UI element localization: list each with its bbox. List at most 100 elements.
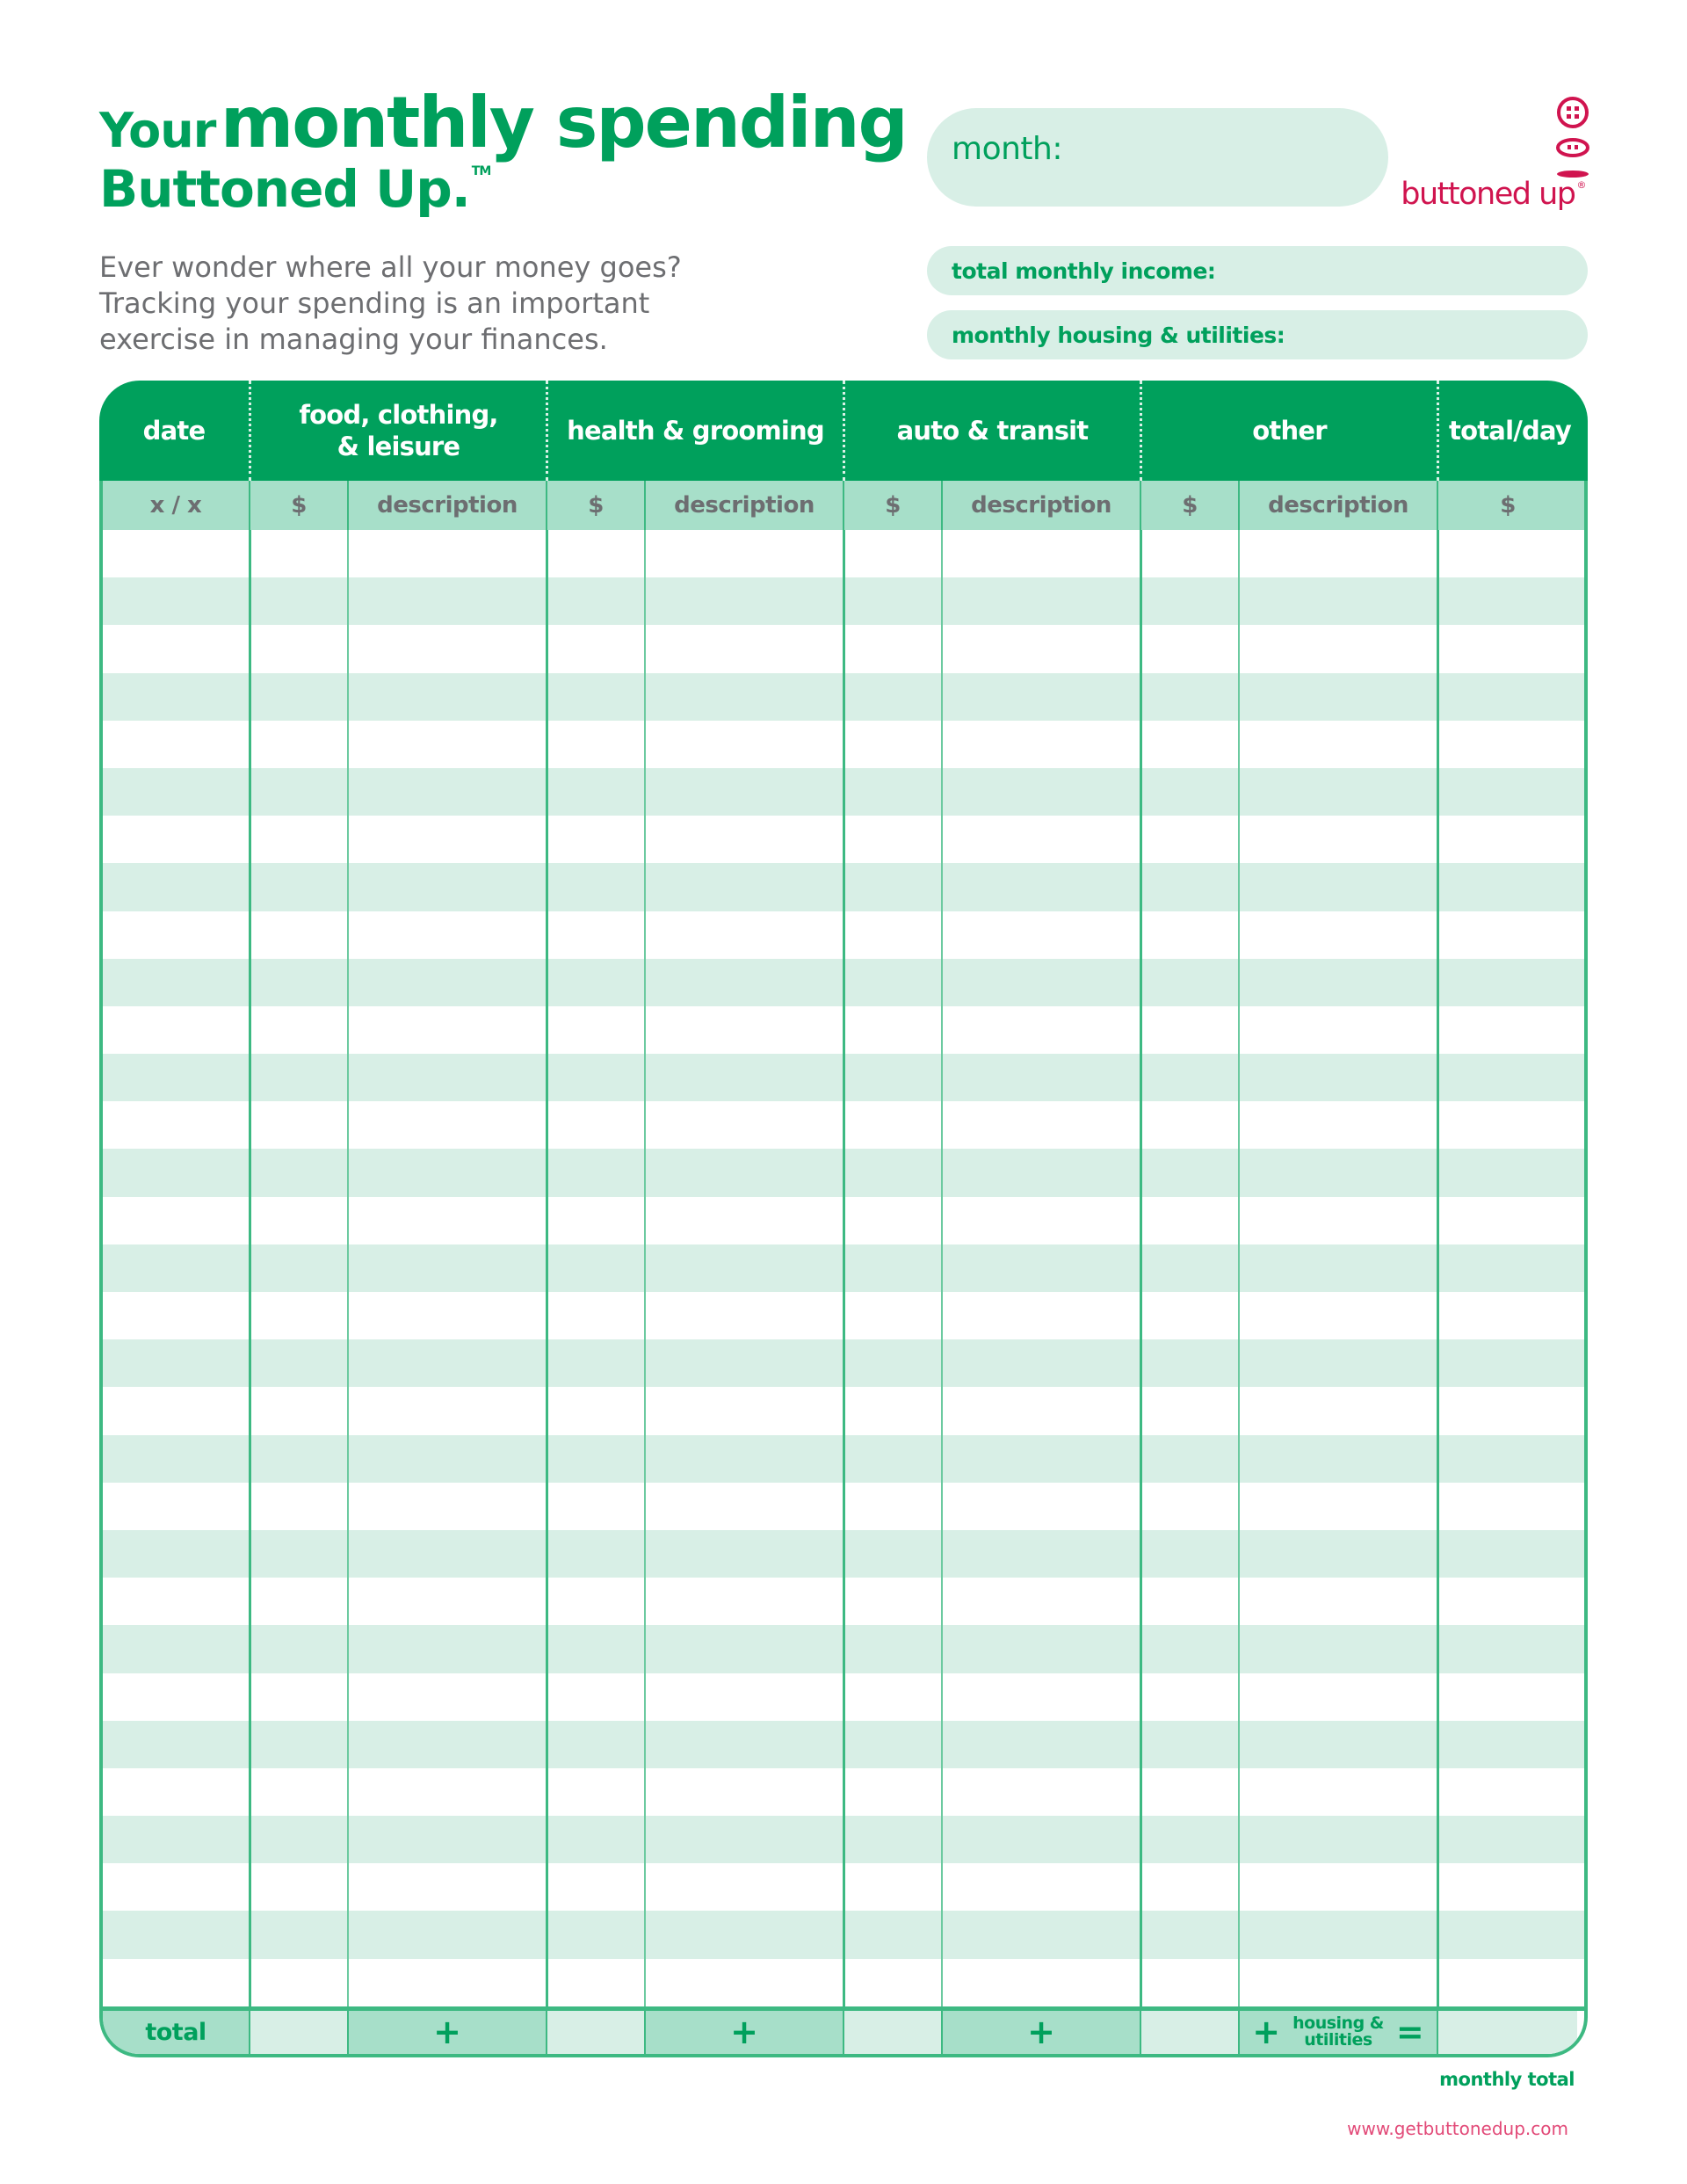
cell-amount[interactable] xyxy=(249,1387,347,1435)
cell-description[interactable] xyxy=(1238,863,1437,911)
cell-description[interactable] xyxy=(347,1054,546,1102)
cell-description[interactable] xyxy=(644,1054,843,1102)
cell-date[interactable] xyxy=(103,1673,249,1721)
cell-date[interactable] xyxy=(103,1721,249,1768)
cell-description[interactable] xyxy=(644,1911,843,1959)
cell-description[interactable] xyxy=(644,1292,843,1340)
cell-amount[interactable] xyxy=(843,1529,941,1578)
cell-description[interactable] xyxy=(644,1339,843,1388)
cell-description[interactable] xyxy=(941,816,1140,864)
cell-description[interactable] xyxy=(941,625,1140,673)
cell-description[interactable] xyxy=(941,1005,1140,1055)
cell-day-total[interactable] xyxy=(1437,816,1577,864)
cell-description[interactable] xyxy=(347,863,546,911)
cell-amount[interactable] xyxy=(843,1339,941,1388)
cell-amount[interactable] xyxy=(843,1578,941,1626)
cell-amount[interactable] xyxy=(1140,1101,1238,1150)
cell-description[interactable] xyxy=(644,1196,843,1244)
cell-date[interactable] xyxy=(103,1101,249,1149)
cell-description[interactable] xyxy=(941,767,1140,816)
cell-amount[interactable] xyxy=(843,1767,941,1817)
cell-amount[interactable] xyxy=(546,720,644,768)
cell-amount[interactable] xyxy=(1140,1005,1238,1055)
cell-amount[interactable] xyxy=(843,720,941,768)
cell-day-total[interactable] xyxy=(1437,577,1577,626)
cell-amount[interactable] xyxy=(1140,1578,1238,1626)
cell-amount[interactable] xyxy=(546,1529,644,1578)
cell-amount[interactable] xyxy=(843,1244,941,1292)
cell-amount[interactable] xyxy=(843,767,941,816)
cell-amount[interactable] xyxy=(546,863,644,911)
cell-amount[interactable] xyxy=(843,625,941,673)
cell-description[interactable] xyxy=(1238,958,1437,1006)
cell-amount[interactable] xyxy=(546,1339,644,1388)
cell-amount[interactable] xyxy=(249,530,347,578)
cell-description[interactable] xyxy=(644,1482,843,1530)
cell-description[interactable] xyxy=(644,1005,843,1055)
cell-description[interactable] xyxy=(644,1816,843,1864)
cell-day-total[interactable] xyxy=(1437,720,1577,768)
cell-amount[interactable] xyxy=(1140,1672,1238,1721)
cell-description[interactable] xyxy=(1238,1816,1437,1864)
cell-amount[interactable] xyxy=(249,816,347,864)
cell-day-total[interactable] xyxy=(1437,1911,1577,1959)
cell-amount[interactable] xyxy=(843,958,941,1006)
cell-description[interactable] xyxy=(347,1005,546,1055)
cell-amount[interactable] xyxy=(843,577,941,626)
plus-cell[interactable]: + xyxy=(644,2010,843,2054)
cell-day-total[interactable] xyxy=(1437,1387,1577,1435)
cell-description[interactable] xyxy=(941,1720,1140,1768)
cell-description[interactable] xyxy=(1238,1482,1437,1530)
cell-description[interactable] xyxy=(941,1911,1140,1959)
cell-description[interactable] xyxy=(1238,1625,1437,1673)
cell-amount[interactable] xyxy=(249,1720,347,1768)
cell-description[interactable] xyxy=(1238,1434,1437,1483)
monthly-total-cell[interactable] xyxy=(1437,2010,1577,2054)
cell-description[interactable] xyxy=(941,1767,1140,1817)
cell-amount[interactable] xyxy=(1140,1196,1238,1244)
cell-amount[interactable] xyxy=(249,1578,347,1626)
cell-description[interactable] xyxy=(644,958,843,1006)
cell-amount[interactable] xyxy=(546,1767,644,1817)
cell-amount[interactable] xyxy=(546,816,644,864)
cell-description[interactable] xyxy=(347,1863,546,1912)
cell-description[interactable] xyxy=(644,1387,843,1435)
cell-date[interactable] xyxy=(103,1959,249,2006)
cell-date[interactable] xyxy=(103,1816,249,1863)
cell-description[interactable] xyxy=(1238,1292,1437,1340)
cell-amount[interactable] xyxy=(546,1578,644,1626)
cell-description[interactable] xyxy=(347,1767,546,1817)
cell-description[interactable] xyxy=(347,767,546,816)
cell-description[interactable] xyxy=(347,1625,546,1673)
cell-description[interactable] xyxy=(644,672,843,721)
cell-amount[interactable] xyxy=(546,1244,644,1292)
cell-date[interactable] xyxy=(103,1483,249,1530)
cell-amount[interactable] xyxy=(843,1054,941,1102)
monthly-housing-utilities-field[interactable]: monthly housing & utilities: xyxy=(927,310,1588,359)
cell-description[interactable] xyxy=(1238,1387,1437,1435)
plus-cell[interactable]: + xyxy=(941,2010,1140,2054)
cell-date[interactable] xyxy=(103,530,249,577)
cell-amount[interactable] xyxy=(249,625,347,673)
cell-amount[interactable] xyxy=(1140,1482,1238,1530)
cell-description[interactable] xyxy=(644,1578,843,1626)
cell-date[interactable] xyxy=(103,1768,249,1816)
cell-amount[interactable] xyxy=(249,1863,347,1912)
cell-amount[interactable] xyxy=(249,1482,347,1530)
cell-amount[interactable] xyxy=(1140,1434,1238,1483)
cell-amount[interactable] xyxy=(1140,1720,1238,1768)
cell-amount[interactable] xyxy=(1140,911,1238,959)
cell-date[interactable] xyxy=(103,816,249,863)
cell-description[interactable] xyxy=(347,1387,546,1435)
cell-description[interactable] xyxy=(644,1720,843,1768)
cell-description[interactable] xyxy=(347,672,546,721)
cell-date[interactable] xyxy=(103,1339,249,1387)
cell-amount[interactable] xyxy=(546,1387,644,1435)
cell-description[interactable] xyxy=(347,1720,546,1768)
cell-description[interactable] xyxy=(941,1244,1140,1292)
cell-description[interactable] xyxy=(347,1434,546,1483)
cell-description[interactable] xyxy=(1238,1720,1437,1768)
cell-amount[interactable] xyxy=(546,1625,644,1673)
cell-description[interactable] xyxy=(644,625,843,673)
cell-date[interactable] xyxy=(103,1387,249,1434)
